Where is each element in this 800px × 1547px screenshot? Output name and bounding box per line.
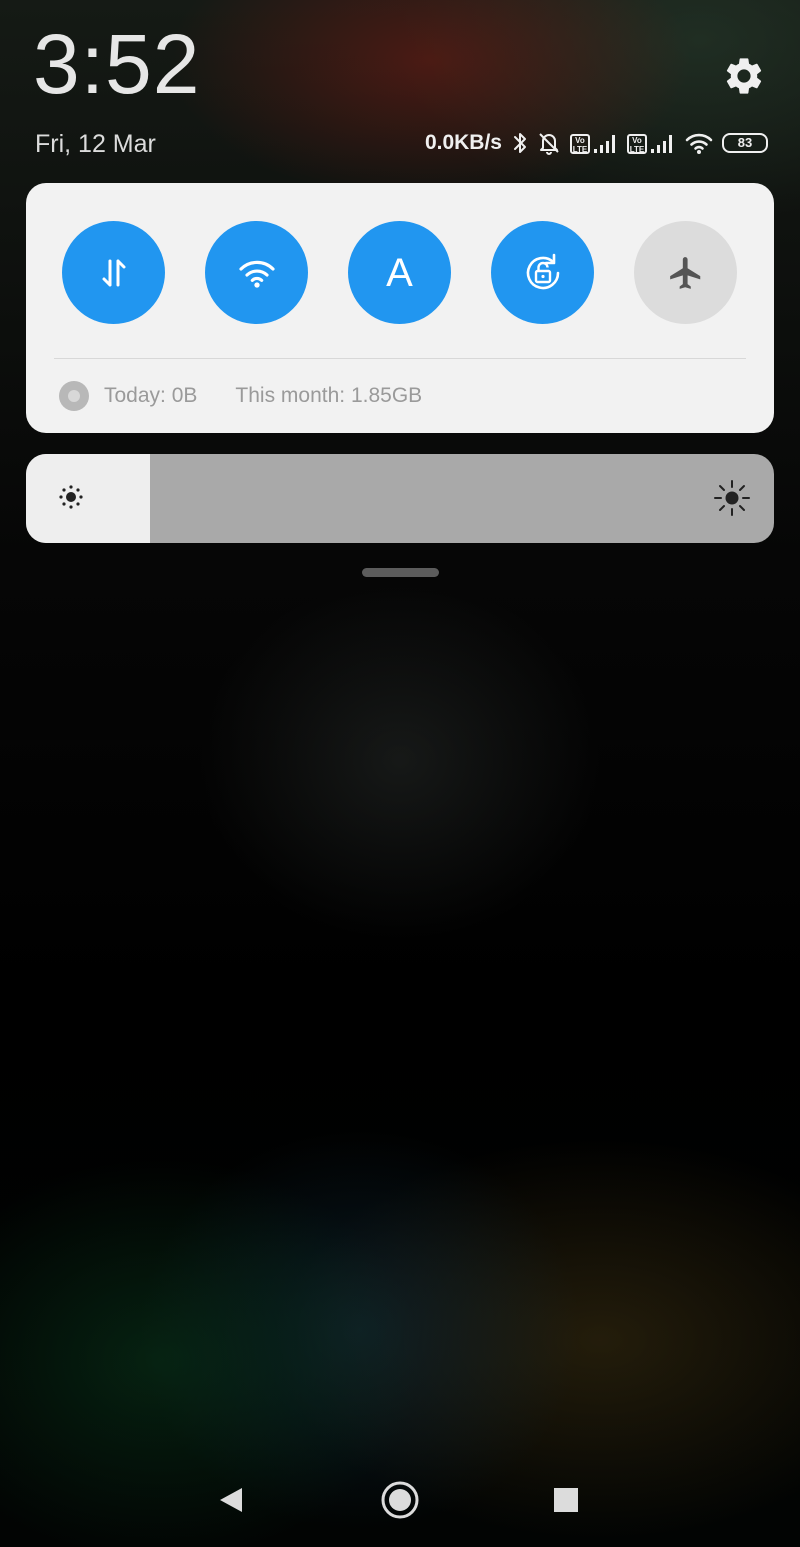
volte-icon: Vo LTE <box>627 134 647 154</box>
letter-a-icon: A <box>386 250 413 295</box>
home-icon <box>381 1481 419 1519</box>
auto-rotate-toggle[interactable] <box>491 221 594 324</box>
home-button[interactable] <box>378 1478 422 1522</box>
panel-divider <box>54 358 746 359</box>
clock[interactable]: 3:52 <box>33 14 201 114</box>
quick-settings-panel: A Today: 0B This month: 1.85GB <box>26 183 774 433</box>
volte-label: Vo <box>575 136 585 145</box>
signal-icon <box>594 135 615 153</box>
battery-level: 83 <box>737 135 753 150</box>
mobile-data-toggle[interactable] <box>62 221 165 324</box>
sim2-signal: Vo LTE <box>627 132 676 154</box>
auto-brightness-toggle[interactable]: A <box>348 221 451 324</box>
back-icon <box>220 1488 242 1512</box>
quick-toggles: A <box>62 221 737 324</box>
recents-button[interactable] <box>544 1478 588 1522</box>
data-usage-row[interactable]: Today: 0B This month: 1.85GB <box>59 381 422 411</box>
data-usage-today: Today: 0B <box>104 384 198 407</box>
wifi-icon <box>685 133 713 154</box>
settings-button[interactable] <box>722 54 766 98</box>
lte-label: LTE <box>572 145 588 154</box>
wifi-toggle[interactable] <box>205 221 308 324</box>
airplane-icon <box>669 256 700 289</box>
volte-label: Vo <box>632 136 642 145</box>
navigation-bar <box>0 1460 800 1540</box>
brightness-low-icon <box>59 485 83 509</box>
airplane-mode-toggle[interactable] <box>634 221 737 324</box>
sim1-signal: Vo LTE <box>570 132 619 154</box>
brightness-fill <box>26 454 151 543</box>
data-arrows-icon <box>102 259 125 286</box>
network-speed: 0.0KB/s <box>424 131 502 154</box>
brightness-slider[interactable] <box>26 454 774 543</box>
wifi-icon <box>238 260 275 288</box>
date-label: Fri, 12 Mar <box>35 130 156 158</box>
volte-icon: Vo LTE <box>570 134 590 154</box>
battery-icon: 83 <box>722 133 768 153</box>
data-usage-icon <box>59 381 89 411</box>
rotation-lock-icon <box>526 253 559 289</box>
notification-shade: 3:52 Fri, 12 Mar 0.0KB/s Vo LTE Vo LTE 8… <box>0 0 800 1547</box>
settings-icon <box>726 58 762 94</box>
back-button[interactable] <box>209 1478 253 1522</box>
brightness-high-icon <box>714 480 750 516</box>
lte-label: LTE <box>629 145 645 154</box>
bluetooth-icon <box>514 133 526 153</box>
status-icons: 0.0KB/s Vo LTE Vo LTE 83 <box>425 126 768 160</box>
data-usage-month: This month: 1.85GB <box>235 384 423 407</box>
recents-icon <box>554 1488 578 1512</box>
notifications-off-icon <box>539 133 559 155</box>
signal-icon <box>651 135 672 153</box>
shade-drag-handle[interactable] <box>362 568 439 577</box>
